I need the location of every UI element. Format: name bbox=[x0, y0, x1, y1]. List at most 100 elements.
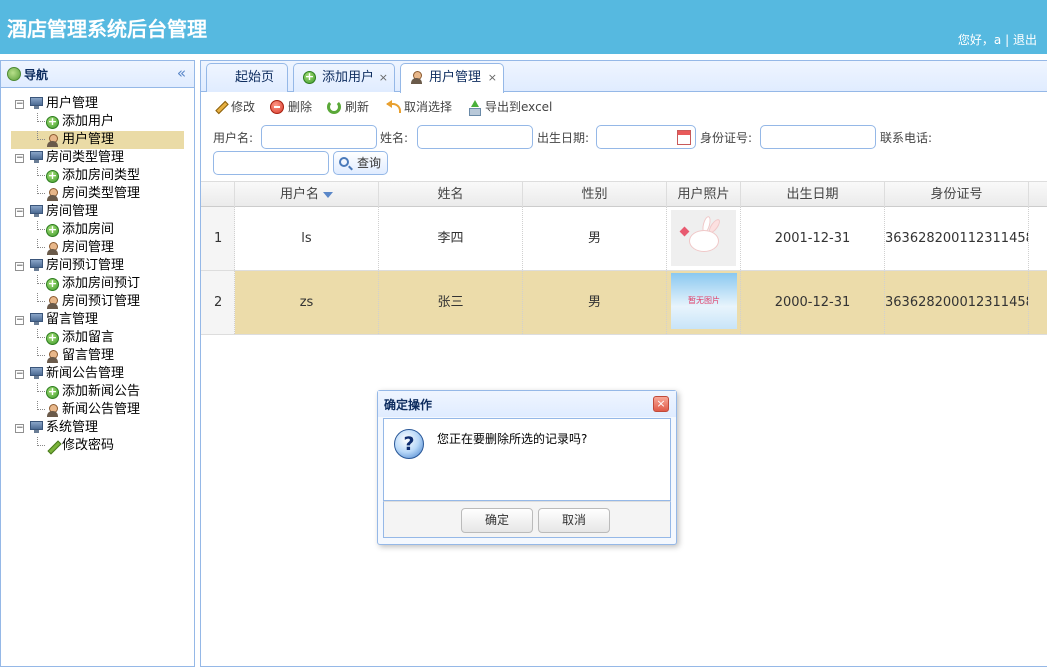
close-icon[interactable]: × bbox=[653, 396, 669, 412]
collapse-toggle-icon[interactable]: − bbox=[15, 262, 24, 271]
tree-line bbox=[37, 239, 45, 248]
add-icon: + bbox=[46, 385, 59, 399]
no-image-placeholder: 暂无图片 bbox=[671, 273, 737, 329]
sidebar-item[interactable]: + 添加房间 bbox=[1, 221, 194, 239]
tab-home-label: 起始页 bbox=[235, 70, 275, 85]
column-header-idcard[interactable]: 身份证号 bbox=[885, 182, 1029, 207]
dialog-title: 确定操作 bbox=[384, 398, 433, 412]
sidebar-item[interactable]: 留言管理 bbox=[1, 347, 194, 365]
cell-gender: 男 bbox=[523, 271, 667, 334]
name-input[interactable] bbox=[417, 125, 533, 149]
undo-icon bbox=[386, 100, 401, 114]
sidebar-item-label: 修改密码 bbox=[62, 438, 115, 453]
search-form: 用户名: 姓名: 出生日期: 身份证号: 联系电话: 查询 bbox=[201, 123, 1047, 179]
collapse-toggle-icon[interactable]: − bbox=[15, 208, 24, 217]
cell-birth: 2001-12-31 bbox=[741, 207, 885, 270]
user-area: 您好，a | 退出 bbox=[958, 31, 1037, 48]
user-grid: 用户名 姓名 性别 用户照片 出生日期 身份证号 1 ls 李四 男 2001-… bbox=[201, 181, 1047, 335]
collapse-toggle-icon[interactable]: − bbox=[15, 316, 24, 325]
delete-label: 删除 bbox=[288, 100, 313, 114]
add-icon: + bbox=[46, 331, 59, 345]
collapse-toggle-icon[interactable]: − bbox=[15, 100, 24, 109]
cell-photo bbox=[667, 207, 741, 270]
sidebar-item-label: 添加新闻公告 bbox=[62, 384, 141, 399]
sidebar-item[interactable]: 房间类型管理 bbox=[1, 185, 194, 203]
sidebar-item[interactable]: + 添加房间预订 bbox=[1, 275, 194, 293]
cancel-button[interactable]: 取消 bbox=[538, 508, 610, 533]
sort-desc-icon bbox=[323, 191, 333, 198]
column-header-name[interactable]: 姓名 bbox=[379, 182, 523, 207]
tab-close-icon[interactable]: × bbox=[488, 64, 497, 91]
collapse-toggle-icon[interactable]: − bbox=[15, 370, 24, 379]
sidebar-item[interactable]: + 添加用户 bbox=[1, 113, 194, 131]
sidebar-item[interactable]: 房间管理 bbox=[1, 239, 194, 257]
tree-group[interactable]: − 用户管理 bbox=[1, 95, 194, 113]
query-button[interactable]: 查询 bbox=[333, 151, 388, 175]
column-header-username[interactable]: 用户名 bbox=[235, 182, 379, 207]
cell-idcard: 363628200112311458 bbox=[885, 207, 1029, 270]
edit-label: 修改 bbox=[231, 100, 256, 114]
nav-panel: 导航 « − 用户管理 + 添加用户 用户管理 − 房间类型管理 + 添加房间类型 房间类型管理 −… bbox=[0, 60, 195, 667]
tab-user-manage-label: 用户管理 bbox=[429, 70, 482, 85]
separator: | bbox=[1005, 33, 1010, 47]
tab-home[interactable]: 起始页 bbox=[206, 63, 288, 92]
tree-group[interactable]: − 留言管理 bbox=[1, 311, 194, 329]
add-icon: + bbox=[46, 169, 59, 183]
sidebar-item[interactable]: + 添加留言 bbox=[1, 329, 194, 347]
phone-label: 联系电话: bbox=[880, 131, 933, 145]
table-row[interactable]: 2 zs 张三 男 暂无图片 2000-12-31 36362820001231… bbox=[201, 271, 1047, 335]
user-icon bbox=[46, 296, 59, 309]
idcard-input[interactable] bbox=[760, 125, 876, 149]
tree-group[interactable]: − 房间管理 bbox=[1, 203, 194, 221]
column-header-photo[interactable]: 用户照片 bbox=[667, 182, 741, 207]
cell-username: ls bbox=[235, 207, 379, 270]
nav-title: 导航 bbox=[24, 68, 49, 82]
tree-group-label: 新闻公告管理 bbox=[46, 366, 125, 381]
refresh-icon bbox=[327, 100, 341, 114]
sidebar-item-label: 添加房间类型 bbox=[62, 168, 141, 183]
cell-photo: 暂无图片 bbox=[667, 271, 741, 334]
sidebar-item[interactable]: 修改密码 bbox=[1, 437, 194, 455]
column-header-gender[interactable]: 性别 bbox=[523, 182, 667, 207]
tree-line bbox=[37, 437, 45, 446]
dialog-body: ? 您正在要删除所选的记录吗? bbox=[383, 418, 671, 501]
tree-line bbox=[37, 167, 45, 176]
column-header-birth[interactable]: 出生日期 bbox=[741, 182, 885, 207]
ok-button[interactable]: 确定 bbox=[461, 508, 533, 533]
computer-icon bbox=[30, 367, 43, 379]
table-row[interactable]: 1 ls 李四 男 2001-12-31 363628200112311458 bbox=[201, 207, 1047, 271]
sidebar-item[interactable]: 房间预订管理 bbox=[1, 293, 194, 311]
tree-group[interactable]: − 系统管理 bbox=[1, 419, 194, 437]
tab-user-manage[interactable]: 用户管理 × bbox=[400, 63, 504, 93]
rabbit-body bbox=[689, 230, 719, 252]
tree-group-label: 房间类型管理 bbox=[46, 150, 125, 165]
username-label: 用户名: bbox=[213, 131, 254, 145]
app-header: 酒店管理系统后台管理 您好，a | 退出 bbox=[0, 0, 1047, 54]
sidebar-item-label: 房间类型管理 bbox=[62, 186, 141, 201]
computer-icon bbox=[30, 259, 43, 271]
logout-link[interactable]: 退出 bbox=[1013, 33, 1037, 47]
tree-group[interactable]: − 房间类型管理 bbox=[1, 149, 194, 167]
tab-add-user[interactable]: + 添加用户 × bbox=[293, 63, 395, 92]
collapse-toggle-icon[interactable]: − bbox=[15, 154, 24, 163]
user-icon bbox=[46, 134, 59, 147]
row-number: 2 bbox=[201, 271, 235, 334]
sidebar-item-label: 房间预订管理 bbox=[62, 294, 141, 309]
tree-group[interactable]: − 房间预订管理 bbox=[1, 257, 194, 275]
collapse-icon[interactable]: « bbox=[177, 64, 186, 82]
question-icon: ? bbox=[394, 429, 424, 459]
sidebar-item[interactable]: + 添加新闻公告 bbox=[1, 383, 194, 401]
confirm-dialog: 确定操作 × ? 您正在要删除所选的记录吗? 确定 取消 bbox=[377, 390, 677, 545]
collapse-toggle-icon[interactable]: − bbox=[15, 424, 24, 433]
birth-date-input[interactable] bbox=[596, 125, 696, 149]
sidebar-item[interactable]: + 添加房间类型 bbox=[1, 167, 194, 185]
tab-close-icon[interactable]: × bbox=[379, 64, 388, 91]
add-icon: + bbox=[46, 223, 59, 237]
sidebar-item[interactable]: 新闻公告管理 bbox=[1, 401, 194, 419]
username-input[interactable] bbox=[261, 125, 377, 149]
sidebar-item[interactable]: 用户管理 bbox=[11, 131, 184, 149]
tree-group[interactable]: − 新闻公告管理 bbox=[1, 365, 194, 383]
grid-header: 用户名 姓名 性别 用户照片 出生日期 身份证号 bbox=[201, 181, 1047, 207]
cell-birth: 2000-12-31 bbox=[741, 271, 885, 334]
phone-input[interactable] bbox=[213, 151, 329, 175]
